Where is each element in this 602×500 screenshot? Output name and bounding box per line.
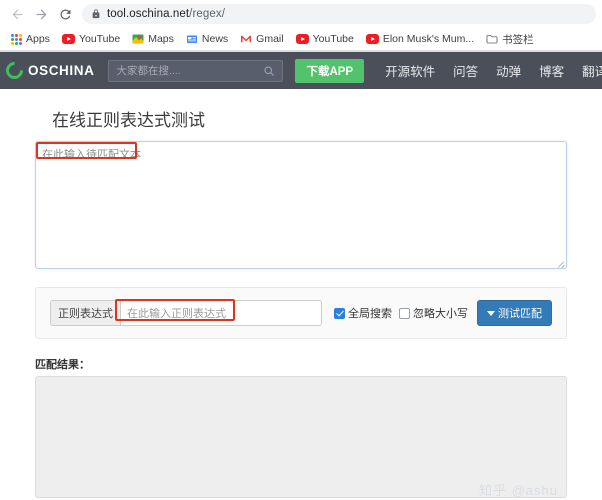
match-text-textarea[interactable]: 在此输入待匹配文本 <box>35 141 567 269</box>
regex-input-placeholder: 在此输入正则表达式 <box>127 308 226 320</box>
browser-chrome: tool.oschina.net/regex/ Apps YouTube Map… <box>0 0 602 52</box>
bookmark-folder[interactable]: 书签栏 <box>480 31 540 48</box>
checkbox-global-search[interactable]: 全局搜索 <box>334 305 392 321</box>
site-search-box[interactable]: 大家都在搜.... <box>108 59 284 82</box>
bookmark-maps[interactable]: Maps <box>126 32 180 46</box>
nav-item-translate[interactable]: 翻译 <box>573 61 602 80</box>
maps-icon <box>132 34 144 44</box>
test-match-button[interactable]: 测试匹配 <box>477 300 552 326</box>
bookmark-label: 书签栏 <box>502 33 534 46</box>
download-app-button[interactable]: 下载APP <box>295 58 365 83</box>
match-text-placeholder: 在此输入待匹配文本 <box>42 149 141 161</box>
checkbox-ignore-case[interactable]: 忽略大小写 <box>399 305 468 321</box>
bookmark-label: Gmail <box>256 33 284 45</box>
bookmark-youtube-2[interactable]: YouTube <box>290 32 360 46</box>
forward-button[interactable] <box>30 3 52 25</box>
site-search-placeholder: 大家都在搜.... <box>116 65 181 77</box>
textarea-resize-handle[interactable] <box>556 258 565 267</box>
result-label: 匹配结果： <box>35 359 90 371</box>
bookmark-label: Apps <box>26 33 50 45</box>
regex-row: 正则表达式 在此输入正则表达式 全局搜索 忽略大小写 测试匹配 <box>50 300 552 326</box>
checkbox-global-search-label: 全局搜索 <box>348 308 392 320</box>
browser-toolbar: tool.oschina.net/regex/ <box>0 0 602 28</box>
checkbox-ignore-case-label: 忽略大小写 <box>413 308 468 320</box>
youtube-icon <box>365 34 379 44</box>
bookmark-apps[interactable]: Apps <box>5 32 56 46</box>
lock-icon <box>92 9 100 19</box>
watermark: 知乎 @ashu <box>479 483 558 498</box>
bookmark-label: Maps <box>148 33 174 45</box>
address-bar[interactable]: tool.oschina.net/regex/ <box>82 4 596 24</box>
result-textarea[interactable]: 知乎 @ashu <box>35 376 567 498</box>
test-match-button-label: 测试匹配 <box>498 308 542 320</box>
arrow-left-icon <box>12 9 22 19</box>
gmail-icon <box>241 35 252 43</box>
bookmarks-bar: Apps YouTube Maps News Gmail YouTube Elo… <box>0 28 602 50</box>
bookmark-label: YouTube <box>78 33 121 45</box>
regex-input[interactable]: 在此输入正则表达式 <box>120 300 322 326</box>
oschina-logo-text: OSCHINA <box>28 63 95 78</box>
nav-item-qa[interactable]: 问答 <box>444 61 487 80</box>
search-icon[interactable] <box>263 65 275 77</box>
news-icon <box>186 35 197 43</box>
bookmark-news[interactable]: News <box>180 32 234 46</box>
chevron-down-icon <box>487 310 495 316</box>
bookmark-label: News <box>201 33 229 45</box>
bookmark-gmail[interactable]: Gmail <box>234 32 289 46</box>
back-button[interactable] <box>6 3 28 25</box>
nav-item-opensource[interactable]: 开源软件 <box>376 61 444 80</box>
folder-icon <box>486 35 498 44</box>
bookmark-label: Elon Musk's Mum... <box>382 33 475 45</box>
url-text: tool.oschina.net/regex/ <box>107 8 225 20</box>
oschina-logo-icon <box>2 58 27 83</box>
youtube-icon <box>295 34 309 44</box>
regex-panel: 正则表达式 在此输入正则表达式 全局搜索 忽略大小写 测试匹配 <box>35 287 567 339</box>
text-input-area: 在此输入待匹配文本 <box>35 141 567 269</box>
youtube-icon <box>61 34 75 44</box>
regex-input-group: 正则表达式 在此输入正则表达式 <box>50 300 322 326</box>
arrow-right-icon <box>36 9 46 19</box>
oschina-logo[interactable]: OSCHINA <box>2 58 108 83</box>
bookmark-label: YouTube <box>312 33 354 45</box>
checkbox-ignore-case-box[interactable] <box>399 307 410 319</box>
page-title: 在线正则表达式测试 <box>52 111 205 130</box>
regex-label: 正则表达式 <box>50 300 120 326</box>
url-host: tool.oschina.net <box>107 8 190 20</box>
site-nav: 开源软件 问答 动弹 博客 翻译 <box>376 61 602 80</box>
checkbox-global-search-box[interactable] <box>334 307 345 319</box>
bookmark-elon-musk[interactable]: Elon Musk's Mum... <box>360 32 480 46</box>
nav-item-blog[interactable]: 博客 <box>530 61 573 80</box>
site-header: OSCHINA 大家都在搜.... 下载APP 开源软件 问答 动弹 博客 翻译 <box>0 52 602 89</box>
url-path: /regex/ <box>189 8 226 20</box>
apps-grid-icon <box>11 33 22 45</box>
nav-item-tweet[interactable]: 动弹 <box>487 61 530 80</box>
regex-options: 全局搜索 忽略大小写 <box>334 305 468 321</box>
bookmark-youtube-1[interactable]: YouTube <box>56 32 126 46</box>
page-content: 在线正则表达式测试 在此输入待匹配文本 正则表达式 在此输入正则表达式 全局搜索 <box>0 89 602 498</box>
reload-button[interactable] <box>54 3 76 25</box>
reload-icon <box>59 8 70 19</box>
